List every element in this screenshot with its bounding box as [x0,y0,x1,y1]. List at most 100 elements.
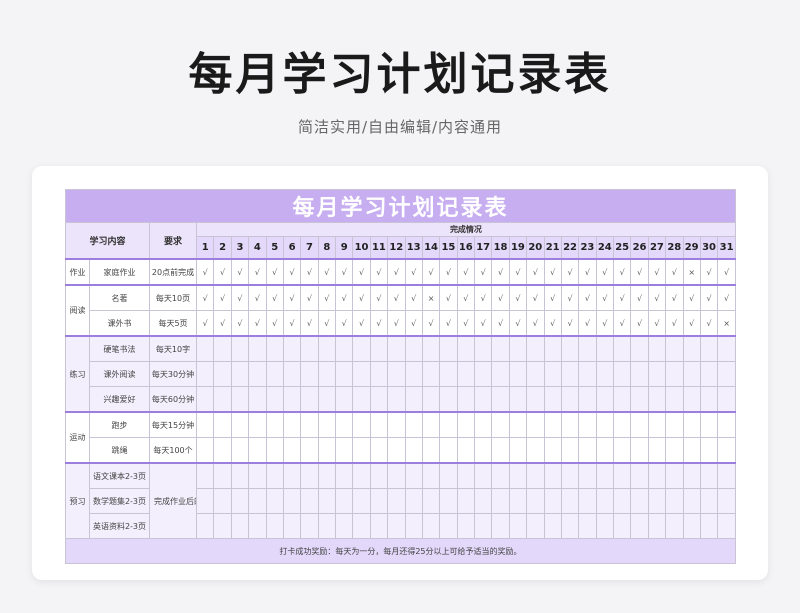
day-cell[interactable] [717,462,736,489]
day-cell[interactable] [717,386,736,413]
day-cell[interactable] [526,361,545,387]
day-cell[interactable] [265,361,284,387]
day-cell[interactable] [699,488,719,514]
day-cell[interactable]: √ [543,258,562,286]
item-cell[interactable]: 兴趣爱好 [89,386,150,413]
day-cell[interactable] [265,437,284,464]
day-cell[interactable]: √ [560,258,580,286]
day-cell[interactable] [543,335,562,362]
day-cell[interactable] [300,437,319,464]
day-cell[interactable]: √ [630,258,649,286]
day-cell[interactable] [647,411,667,438]
day-cell[interactable] [526,335,545,362]
day-cell[interactable] [526,462,545,489]
day-cell[interactable] [439,437,458,464]
day-cell[interactable] [352,335,371,362]
day-cell[interactable] [387,335,406,362]
day-cell[interactable] [334,513,354,539]
day-cell[interactable] [699,386,719,413]
day-cell[interactable]: √ [456,258,476,286]
day-cell[interactable]: √ [439,284,458,311]
day-cell[interactable] [352,462,371,489]
day-cell[interactable] [334,462,354,489]
day-cell[interactable]: √ [282,310,302,337]
day-cell[interactable]: √ [369,310,389,337]
day-cell[interactable] [265,462,284,489]
day-cell[interactable]: √ [526,284,545,311]
item-cell[interactable]: 数学题集2-3页 [89,488,150,514]
day-cell[interactable] [717,361,736,387]
requirement-cell[interactable]: 完成作业后的预习 [149,462,197,539]
day-cell[interactable] [473,462,493,489]
day-cell[interactable] [647,462,667,489]
day-cell[interactable]: √ [473,284,493,311]
day-cell[interactable]: √ [404,258,423,286]
requirement-cell[interactable]: 每天30分钟 [149,361,197,387]
day-cell[interactable] [665,513,684,539]
day-cell[interactable] [369,437,389,464]
day-cell[interactable] [456,361,476,387]
item-cell[interactable]: 语文课本2-3页 [89,462,150,489]
day-cell[interactable] [195,386,215,413]
day-cell[interactable] [282,361,302,387]
day-cell[interactable] [543,437,562,464]
day-cell[interactable] [595,386,615,413]
day-cell[interactable]: √ [595,310,615,337]
day-cell[interactable] [195,361,215,387]
day-cell[interactable] [248,513,267,539]
day-cell[interactable] [195,513,215,539]
day-cell[interactable] [195,462,215,489]
day-cell[interactable] [473,411,493,438]
day-cell[interactable] [682,386,701,413]
day-cell[interactable]: √ [230,310,250,337]
day-cell[interactable] [630,411,649,438]
day-cell[interactable] [647,513,667,539]
day-cell[interactable]: √ [595,284,615,311]
day-cell[interactable] [282,488,302,514]
day-cell[interactable] [560,513,580,539]
day-cell[interactable] [578,335,597,362]
day-cell[interactable] [265,386,284,413]
day-cell[interactable] [595,335,615,362]
day-cell[interactable] [630,335,649,362]
item-cell[interactable]: 硬笔书法 [89,335,150,362]
day-cell[interactable]: √ [543,310,562,337]
day-cell[interactable]: √ [404,310,423,337]
day-cell[interactable] [560,335,580,362]
day-cell[interactable] [717,411,736,438]
day-cell[interactable]: √ [334,284,354,311]
day-cell[interactable] [230,437,250,464]
day-cell[interactable]: √ [717,284,736,311]
day-cell[interactable]: √ [213,284,232,311]
day-cell[interactable]: √ [213,258,232,286]
day-cell[interactable] [456,386,476,413]
day-cell[interactable] [387,462,406,489]
day-cell[interactable]: √ [491,310,510,337]
requirement-cell[interactable]: 每天15分钟 [149,411,197,438]
day-cell[interactable] [369,513,389,539]
day-cell[interactable]: √ [352,310,371,337]
day-cell[interactable] [612,386,632,413]
day-cell[interactable] [195,437,215,464]
day-cell[interactable] [473,361,493,387]
day-cell[interactable] [404,462,423,489]
day-cell[interactable]: √ [717,258,736,286]
day-cell[interactable]: √ [421,310,441,337]
day-cell[interactable] [491,513,510,539]
day-cell[interactable] [665,335,684,362]
day-cell[interactable] [282,437,302,464]
day-cell[interactable]: √ [630,310,649,337]
day-cell[interactable] [213,437,232,464]
day-cell[interactable]: √ [352,258,371,286]
day-cell[interactable] [612,335,632,362]
day-cell[interactable]: √ [526,310,545,337]
day-cell[interactable]: √ [439,310,458,337]
day-cell[interactable] [213,488,232,514]
day-cell[interactable] [491,488,510,514]
day-cell[interactable] [282,513,302,539]
day-cell[interactable] [612,437,632,464]
day-cell[interactable] [421,462,441,489]
day-cell[interactable]: √ [248,284,267,311]
day-cell[interactable]: √ [526,258,545,286]
day-cell[interactable] [300,462,319,489]
